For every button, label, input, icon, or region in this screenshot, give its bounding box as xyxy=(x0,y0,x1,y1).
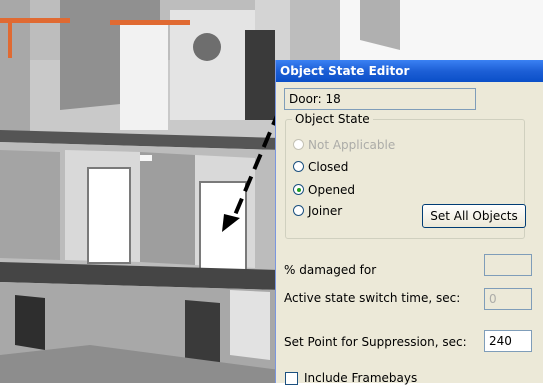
dialog-title[interactable]: Object State Editor xyxy=(276,60,543,82)
include-framebays-checkbox[interactable] xyxy=(285,372,298,385)
suppression-label: Set Point for Suppression, sec: xyxy=(284,335,467,349)
suppression-input[interactable]: 240 xyxy=(484,330,532,352)
radio-not-applicable-indicator xyxy=(293,139,304,150)
radio-joiner-label: Joiner xyxy=(308,204,343,218)
radio-joiner-indicator xyxy=(293,205,304,216)
damaged-label: % damaged for xyxy=(284,263,377,277)
switch-time-label: Active state switch time, sec: xyxy=(284,291,461,305)
radio-opened-indicator xyxy=(293,184,304,195)
radio-closed-indicator xyxy=(293,161,304,172)
object-name-field: Door: 18 xyxy=(284,88,476,110)
damaged-input[interactable] xyxy=(484,254,532,276)
object-state-legend: Object State xyxy=(292,112,373,126)
set-all-objects-button[interactable]: Set All Objects xyxy=(422,204,526,228)
switch-time-input[interactable]: 0 xyxy=(484,288,532,310)
radio-opened-label: Opened xyxy=(308,183,356,197)
radio-not-applicable-label: Not Applicable xyxy=(308,138,396,152)
radio-closed-label: Closed xyxy=(308,160,349,174)
object-state-editor-dialog: Object State Editor Door: 18 Object Stat… xyxy=(275,60,543,385)
